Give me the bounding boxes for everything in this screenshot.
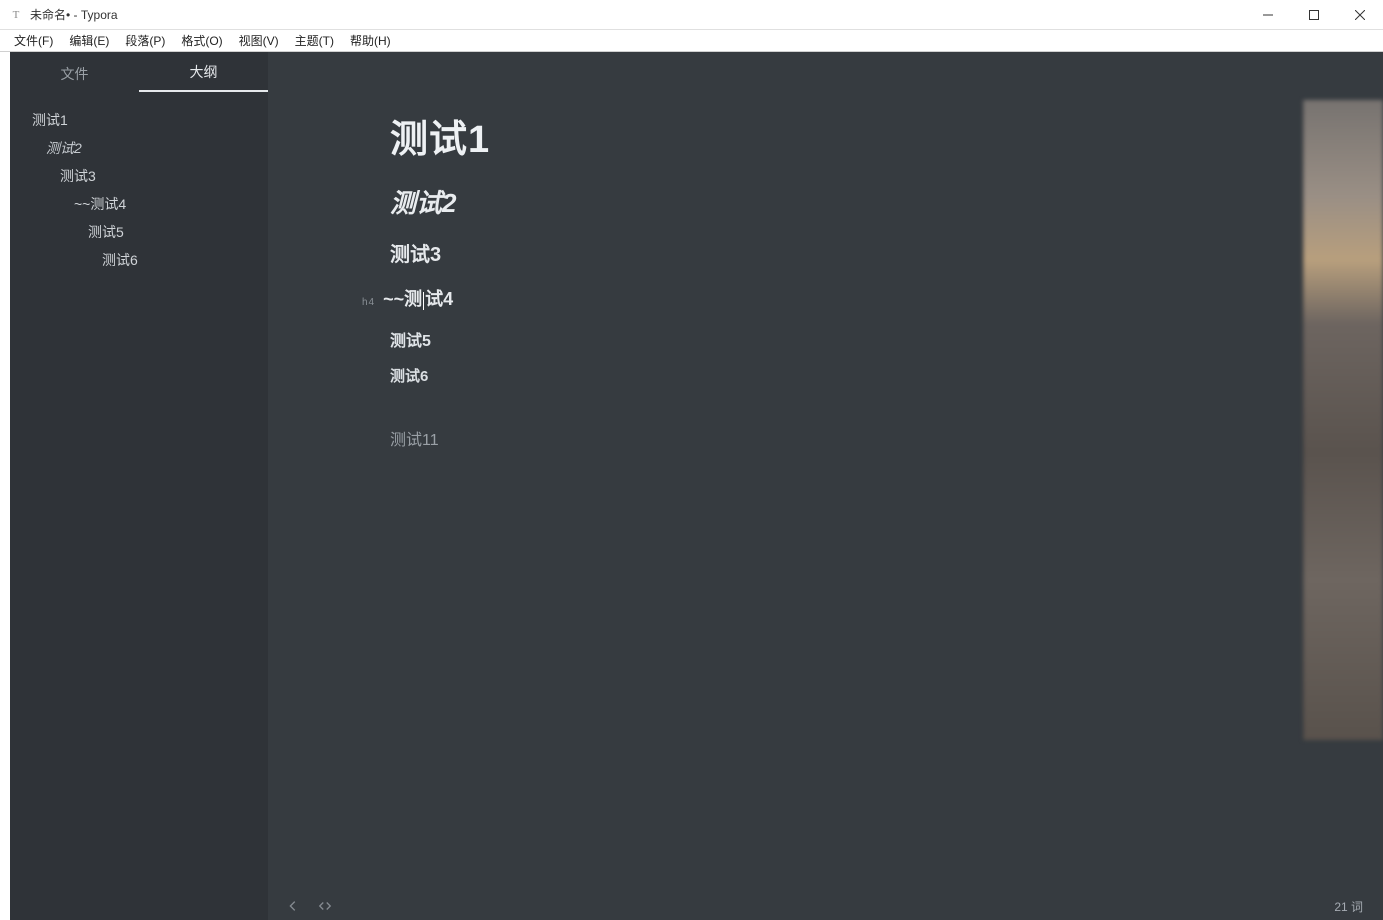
- outline-item[interactable]: 测试5: [10, 218, 268, 246]
- window-titlebar: T 未命名• - Typora: [0, 0, 1383, 30]
- maximize-button[interactable]: [1291, 0, 1337, 30]
- outline-item[interactable]: 测试2: [10, 134, 268, 162]
- menu-format[interactable]: 格式(O): [173, 30, 230, 51]
- heading-4[interactable]: ~~测试4: [383, 285, 453, 311]
- heading-4-pre: ~~测: [383, 289, 422, 309]
- outline-panel: 测试1 测试2 测试3 ~~测试4 测试5 测试6: [10, 92, 268, 274]
- editor-area[interactable]: 测试1 测试2 测试3 h4 ~~测试4 测试5 测试6 测试11: [268, 52, 1383, 920]
- heading-level-hint: h4: [362, 297, 375, 308]
- menu-help[interactable]: 帮助(H): [342, 30, 399, 51]
- menu-edit[interactable]: 编辑(E): [61, 30, 117, 51]
- text-caret: [423, 292, 424, 310]
- heading-3[interactable]: 测试3: [390, 238, 1048, 267]
- outline-item[interactable]: ~~测试4: [10, 190, 268, 218]
- overlay-image: [1303, 100, 1383, 740]
- outline-item[interactable]: 测试1: [10, 106, 268, 134]
- source-code-icon[interactable]: [318, 899, 332, 913]
- sidebar: 文件 大纲 测试1 测试2 测试3 ~~测试4 测试5 测试6: [10, 52, 268, 920]
- app-body: 文件 大纲 测试1 测试2 测试3 ~~测试4 测试5 测试6 测试1 测试2 …: [0, 52, 1383, 920]
- menu-file[interactable]: 文件(F): [6, 30, 61, 51]
- menu-paragraph[interactable]: 段落(P): [117, 30, 173, 51]
- menubar: 文件(F) 编辑(E) 段落(P) 格式(O) 视图(V) 主题(T) 帮助(H…: [0, 30, 1383, 52]
- tab-files[interactable]: 文件: [10, 54, 139, 92]
- minimize-button[interactable]: [1245, 0, 1291, 30]
- status-bar: 21 词: [268, 892, 1383, 920]
- close-button[interactable]: [1337, 0, 1383, 30]
- window-title: 未命名• - Typora: [30, 6, 118, 23]
- app-icon: T: [8, 7, 24, 23]
- paragraph[interactable]: 测试11: [390, 426, 1048, 450]
- menu-theme[interactable]: 主题(T): [287, 30, 342, 51]
- heading-5[interactable]: 测试5: [390, 327, 1048, 351]
- editor-content[interactable]: 测试1 测试2 测试3 h4 ~~测试4 测试5 测试6 测试11: [268, 52, 1048, 450]
- heading-1[interactable]: 测试1: [390, 108, 1048, 163]
- outline-item[interactable]: 测试6: [10, 246, 268, 274]
- back-icon[interactable]: [286, 899, 300, 913]
- heading-2[interactable]: 测试2: [390, 183, 1048, 220]
- heading-6[interactable]: 测试6: [390, 365, 1048, 386]
- window-controls: [1245, 0, 1383, 30]
- heading-4-post: 试4: [425, 289, 453, 309]
- word-count[interactable]: 21 词: [1334, 898, 1363, 915]
- heading-4-row[interactable]: h4 ~~测试4: [390, 285, 1048, 327]
- menu-view[interactable]: 视图(V): [231, 30, 287, 51]
- tab-outline[interactable]: 大纲: [139, 52, 268, 92]
- outline-item[interactable]: 测试3: [10, 162, 268, 190]
- left-strip: [0, 52, 10, 920]
- sidebar-tabs: 文件 大纲: [10, 52, 268, 92]
